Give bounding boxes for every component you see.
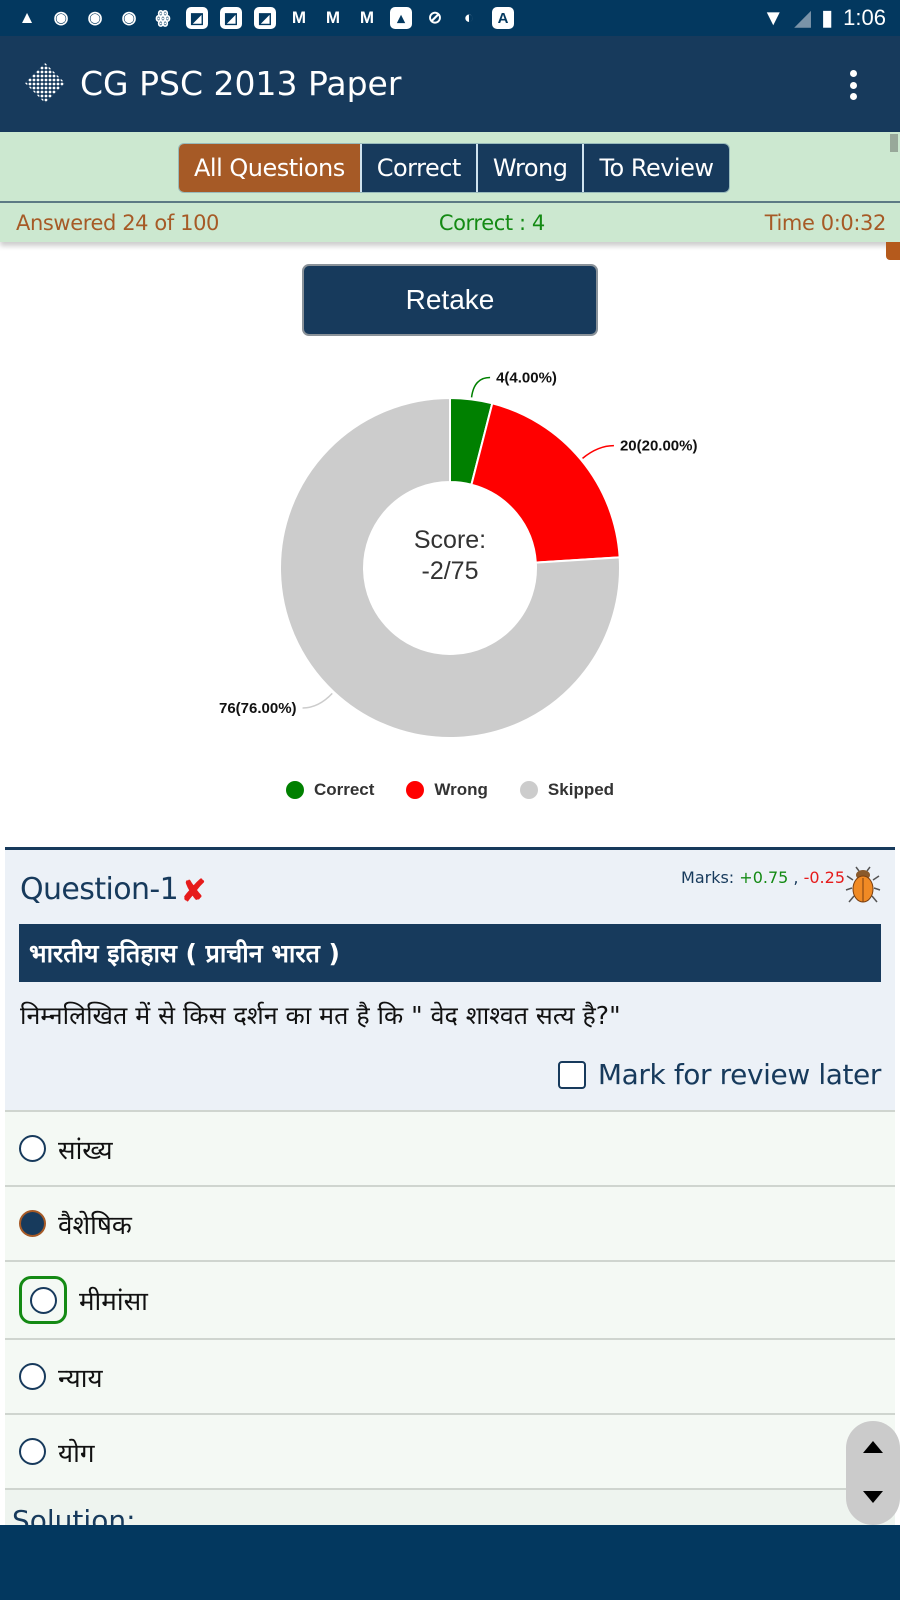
marks-label: Marks: <box>681 868 735 887</box>
options-list: सांख्य वैशेषिक मीमांसा न्याय योग <box>5 1110 895 1488</box>
stripe-icon: ⊘ <box>427 8 443 27</box>
answered-count: Answered 24 of 100 <box>16 211 220 235</box>
clock: 1:06 <box>843 5 886 30</box>
legend-dot-wrong <box>406 781 425 799</box>
donut-chart: Score: -2/75 4(4.00%) 20(20.00%) 76(76.00%… <box>219 370 698 739</box>
tab-all-questions[interactable]: All Questions <box>179 144 360 192</box>
font-a-icon: A <box>492 7 514 29</box>
tab-correct[interactable]: Correct <box>359 144 476 192</box>
chart-legend: Correct Wrong Skipped <box>0 780 900 800</box>
option-2[interactable]: वैशेषिक <box>5 1185 895 1260</box>
gmail-icon: M <box>325 8 341 27</box>
radio-button[interactable] <box>19 1438 46 1465</box>
app-logo-icon <box>25 63 65 103</box>
no-signal-icon: ◢ <box>794 5 812 30</box>
chrome-icon: ◉ <box>121 8 137 27</box>
tab-wrong[interactable]: Wrong <box>475 144 583 192</box>
option-label: न्याय <box>58 1363 103 1394</box>
option-label: सांख्य <box>58 1135 113 1166</box>
option-label: योग <box>58 1438 95 1469</box>
wrong-answer-icon: ✘ <box>181 875 207 908</box>
slice-wrong[interactable] <box>470 402 621 564</box>
filter-bar: All Questions Correct Wrong To Review An… <box>0 132 900 242</box>
legend-dot-skipped <box>519 781 538 799</box>
leader-line <box>582 444 614 459</box>
legend-item-wrong[interactable]: Wrong <box>406 780 488 800</box>
android-icon: ▲ <box>18 8 36 27</box>
app-square-icon: ◩ <box>220 7 242 29</box>
correct-count: Correct : 4 <box>438 211 545 235</box>
radio-button-selected[interactable] <box>19 1210 46 1237</box>
option-label: मीमांसा <box>79 1287 148 1317</box>
legend-label: Wrong <box>434 780 488 799</box>
data-label-correct: 4(4.00%) <box>496 370 557 387</box>
mark-for-review[interactable]: Mark for review later <box>557 1058 882 1091</box>
legend-dot-correct <box>285 781 304 799</box>
marks-positive: +0.75 <box>739 868 789 887</box>
leader-line <box>302 692 333 709</box>
score-label: Score: <box>414 526 486 554</box>
legend-label: Correct <box>313 780 375 799</box>
scroll-down-icon[interactable] <box>863 1491 883 1503</box>
score-chart: Score: -2/75 4(4.00%) 20(20.00%) 76(76.00%… <box>0 360 900 820</box>
circle-app-icon: ◐ <box>463 8 475 27</box>
app-title: CG PSC 2013 Paper <box>80 64 402 103</box>
elapsed-time: Time 0:0:32 <box>764 211 887 235</box>
radio-button[interactable] <box>19 1363 46 1390</box>
bottom-bar <box>0 1525 900 1600</box>
question-title: Question-1 <box>20 872 179 907</box>
data-label-wrong: 20(20.00%) <box>620 438 698 455</box>
subject-header: भारतीय इतिहास ( प्राचीन भारत ) <box>19 924 881 982</box>
question-card: Question-1 ✘ Marks: +0.75 , -0.25 भारतीय… <box>5 847 895 1113</box>
option-3-correct[interactable]: मीमांसा <box>5 1260 895 1338</box>
scroll-navigator <box>846 1421 900 1525</box>
chrome-icon: ◉ <box>53 8 69 27</box>
divider <box>0 201 900 203</box>
tab-to-review[interactable]: To Review <box>582 144 729 192</box>
chrome-icon: ◉ <box>87 8 103 27</box>
scroll-up-icon[interactable] <box>863 1441 883 1453</box>
scrollbar[interactable] <box>890 134 898 152</box>
marks-separator: , <box>788 868 804 887</box>
correct-answer-highlight <box>19 1276 67 1324</box>
app-square-icon: ◩ <box>254 7 276 29</box>
retake-button[interactable]: Retake <box>302 264 598 336</box>
stats-row: Answered 24 of 100 Correct : 4 Time 0:0:… <box>0 204 900 242</box>
legend-item-skipped[interactable]: Skipped <box>519 780 615 800</box>
status-bar: ▲ ◉ ◉ ◉ ꙮ ◩ ◩ ◩ M M M ▴ ⊘ ◐ A ▼ ◢ ▮ 1:06 <box>0 0 900 36</box>
image-icon: ▴ <box>390 7 412 29</box>
option-4[interactable]: न्याय <box>5 1338 895 1413</box>
filter-tabs: All Questions Correct Wrong To Review <box>178 143 730 193</box>
wifi-icon: ▼ <box>762 5 785 30</box>
marks-negative: -0.25 <box>803 868 845 887</box>
leader-line <box>470 376 491 398</box>
overflow-menu-icon[interactable] <box>846 70 860 100</box>
data-label-skipped: 76(76.00%) <box>219 700 297 717</box>
option-label: वैशेषिक <box>58 1210 132 1241</box>
side-handle[interactable] <box>886 242 900 260</box>
radio-button[interactable] <box>19 1135 46 1162</box>
option-5[interactable]: योग <box>5 1413 895 1488</box>
review-checkbox[interactable] <box>557 1060 586 1089</box>
score-value: -2/75 <box>422 557 479 585</box>
legend-item-correct[interactable]: Correct <box>285 780 375 800</box>
gmail-icon: M <box>359 8 375 27</box>
radio-button[interactable] <box>29 1286 57 1314</box>
notification-icons: ▲ ◉ ◉ ◉ ꙮ ◩ ◩ ◩ M M M ▴ ⊘ ◐ A <box>16 7 514 29</box>
app-bar: CG PSC 2013 Paper <box>0 36 900 132</box>
report-bug-icon[interactable] <box>845 866 881 904</box>
battery-charging-icon: ▮ <box>821 5 834 30</box>
app-square-icon: ◩ <box>186 7 208 29</box>
review-label: Mark for review later <box>597 1058 882 1091</box>
butterfly-icon: ꙮ <box>155 8 171 27</box>
solution-heading: Solution: <box>5 1488 895 1528</box>
option-1[interactable]: सांख्य <box>5 1110 895 1185</box>
question-text: निम्नलिखित में से किस दर्शन का मत है कि … <box>20 1001 621 1030</box>
marks-info: Marks: +0.75 , -0.25 <box>681 868 845 887</box>
legend-label: Skipped <box>547 780 615 799</box>
gmail-icon: M <box>291 8 307 27</box>
